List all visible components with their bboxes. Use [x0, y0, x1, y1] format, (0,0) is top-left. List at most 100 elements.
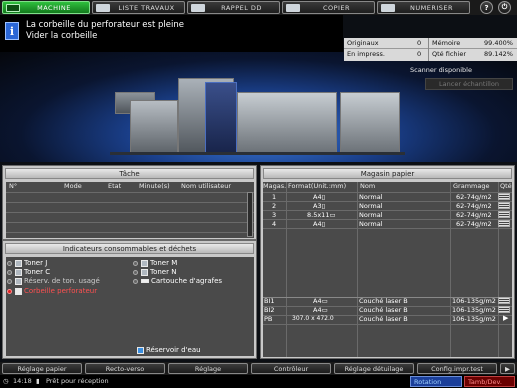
status-dot	[7, 260, 12, 266]
tray-2-name: Normal	[359, 202, 383, 210]
col-size: Format(Unit.:mm)	[288, 182, 347, 190]
tab-hdd-recall[interactable]: RAPPEL DD	[187, 1, 280, 14]
toner-icon	[15, 259, 22, 267]
counter-row-1: Originaux 0 Mémoire 99.400%	[344, 38, 517, 49]
tray-1-level	[498, 193, 510, 200]
tray-bi1-weight: 106-135g/m2	[452, 297, 496, 305]
col-weight: Grammage	[453, 182, 490, 190]
col-tray: Magas.	[263, 182, 287, 190]
tab-copy-label: COPIER	[322, 3, 351, 12]
consumable-toner-c: Toner C	[7, 268, 50, 276]
tray-3[interactable]: 3	[272, 211, 276, 219]
status-dot	[7, 278, 12, 284]
power-icon[interactable]: ⏻	[498, 1, 511, 14]
paper-panel-title: Magasin papier	[263, 168, 512, 179]
task-table: N° Mode Etat Minute(s) Nom utilisateur	[6, 182, 254, 238]
col-user: Nom utilisateur	[181, 182, 232, 190]
controller-button[interactable]: Contrôleur	[251, 363, 331, 374]
info-icon: i	[5, 22, 19, 40]
staple-icon	[141, 279, 149, 283]
counter-row-2: En impress. 0 Qté fichier 89.142%	[344, 49, 517, 60]
tray-bi1-level	[498, 297, 510, 304]
sample-print-button[interactable]: Lancer échantillon	[425, 78, 513, 90]
more-arrow-icon[interactable]: ▶	[500, 363, 515, 374]
tray-bi2-weight: 106-135g/m2	[452, 306, 496, 314]
tab-machine-label: MACHINE	[37, 3, 71, 12]
tray-pb[interactable]: PB	[264, 315, 272, 323]
fichier-value: 89.142%	[484, 50, 513, 58]
tray-bi2[interactable]: BI2	[264, 306, 275, 314]
status-time: 14:18	[13, 377, 32, 385]
consumable-toner-n: Toner N	[133, 268, 176, 276]
tab-copy[interactable]: COPIER	[282, 1, 375, 14]
status-bar: ◷ 14:18 ▮ Prêt pour réception Rotation T…	[0, 375, 517, 388]
tray-4-level	[498, 220, 510, 227]
consumable-punch-waste: Corbeille perforateur	[7, 287, 97, 295]
col-minutes: Minute(s)	[139, 182, 170, 190]
staples-label: Cartouche d'agrafes	[151, 277, 223, 285]
scanner-status: Scanner disponible	[410, 66, 472, 74]
tab-job-list[interactable]: LISTE TRAVAUX	[92, 1, 185, 14]
counters-panel: Originaux 0 Mémoire 99.400% En impress. …	[344, 38, 517, 61]
tray-4-weight: 62-74g/m2	[456, 220, 492, 228]
help-icon[interactable]: ?	[480, 1, 493, 14]
toner-icon	[15, 268, 22, 276]
status-dot	[133, 278, 138, 284]
waste-toner-icon	[15, 277, 22, 285]
scan-icon	[381, 4, 395, 12]
paper-settings-button[interactable]: Réglage papier	[2, 363, 82, 374]
rotation-indicator: Rotation	[410, 376, 462, 387]
tray-pb-name: Couché laser B	[359, 315, 408, 323]
alert-message-line2: Vider la corbeille	[26, 31, 98, 41]
alert-message-line1: La corbeille du perforateur est pleine	[26, 20, 184, 30]
test-print-config-button[interactable]: Config.impr.test	[417, 363, 497, 374]
memoire-label: Mémoire	[432, 39, 461, 47]
consumable-staples: Cartouche d'agrafes	[133, 277, 222, 285]
task-scrollbar[interactable]	[247, 192, 253, 237]
tray-1-size: A4▯	[313, 193, 326, 201]
consumable-waste-toner: Réserv. de ton. usagé	[7, 277, 100, 285]
play-arrow-icon[interactable]: ▶	[503, 314, 508, 322]
tray-bi2-size: A4▭	[313, 306, 328, 314]
punch-icon	[15, 287, 22, 295]
impress-label: En impress.	[347, 50, 385, 58]
machine-icon	[6, 4, 20, 12]
status-text: Prêt pour réception	[46, 377, 109, 385]
tray-pb-weight: 106-135g/m2	[452, 315, 496, 323]
tray-3-weight: 62-74g/m2	[456, 211, 492, 219]
tray-1[interactable]: 1	[272, 193, 276, 201]
tray-bi1-name: Couché laser B	[359, 297, 408, 305]
status-dot	[133, 260, 138, 266]
clock-icon: ◷	[3, 377, 9, 385]
adjustment-button[interactable]: Réglage	[168, 363, 248, 374]
consumable-water-reservoir: Réservoir d'eau	[137, 346, 201, 354]
toner-n-label: Toner N	[150, 268, 177, 276]
originaux-label: Originaux	[347, 39, 379, 47]
tray-bi1[interactable]: BI1	[264, 297, 275, 305]
tray-4[interactable]: 4	[272, 220, 276, 228]
tab-machine[interactable]: MACHINE	[2, 1, 90, 14]
decurl-adjustment-button[interactable]: Réglage détuilage	[334, 363, 414, 374]
consumables-panel-title: Indicateurs consommables et déchets	[5, 243, 254, 254]
tray-4-size: A4▯	[313, 220, 326, 228]
tray-1-name: Normal	[359, 193, 383, 201]
col-name: Nom	[360, 182, 376, 190]
tray-bi2-level	[498, 306, 510, 313]
tab-scan[interactable]: NUMERISER	[377, 1, 470, 14]
col-mode: Mode	[64, 182, 82, 190]
job-list-icon	[96, 4, 110, 12]
tab-scan-label: NUMERISER	[409, 3, 454, 12]
col-qty: Qté	[500, 182, 512, 190]
water-icon	[137, 346, 144, 354]
waste-toner-label: Réserv. de ton. usagé	[24, 277, 100, 285]
status-dot	[7, 269, 12, 275]
tray-2[interactable]: 2	[272, 202, 276, 210]
tray-4-name: Normal	[359, 220, 383, 228]
col-number: N°	[9, 182, 18, 190]
duplex-button[interactable]: Recto-verso	[85, 363, 165, 374]
originaux-value: 0	[417, 39, 422, 47]
tray-2-level	[498, 202, 510, 209]
fichier-label: Qté fichier	[432, 50, 466, 58]
tray-bi2-name: Couché laser B	[359, 306, 408, 314]
tray-2-size: A3▯	[313, 202, 326, 210]
